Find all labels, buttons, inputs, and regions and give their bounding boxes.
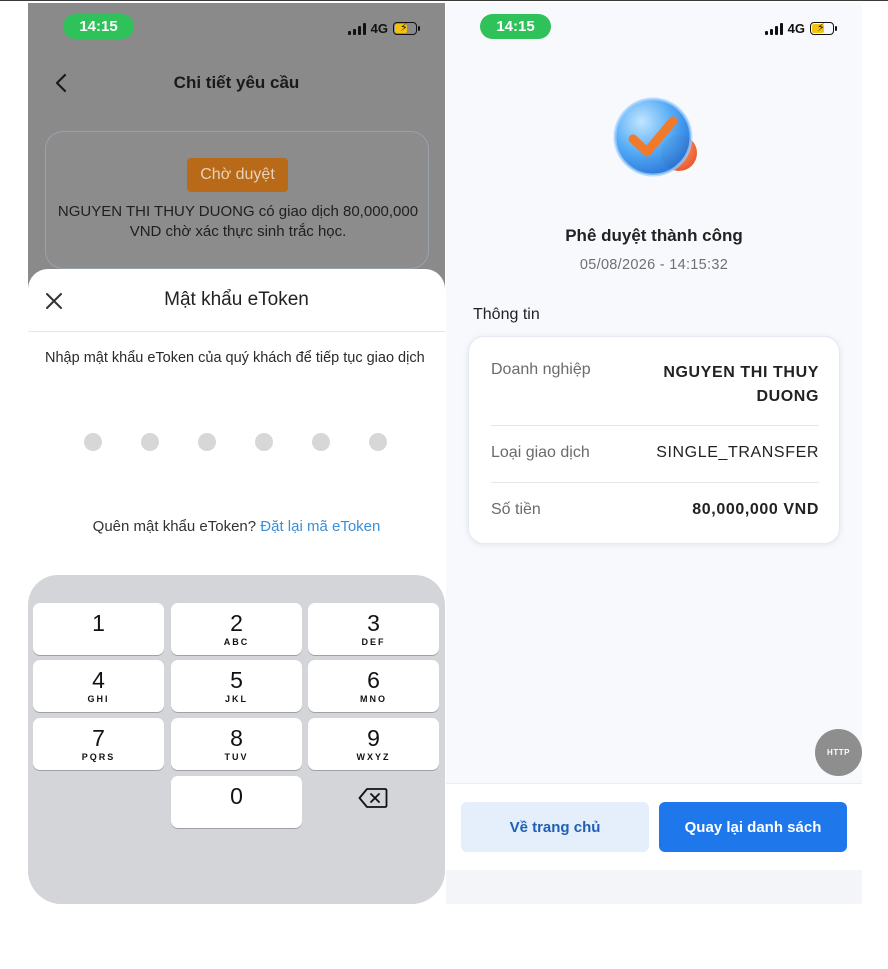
info-value: SINGLE_TRANSFER	[656, 444, 819, 461]
home-button[interactable]: Về trang chủ	[461, 802, 649, 852]
info-value: NGUYEN THI THUY DUONG	[663, 364, 819, 405]
info-row-amount: Số tiền 80,000,000 VND	[491, 501, 819, 519]
back-to-list-button[interactable]: Quay lại danh sách	[659, 802, 847, 852]
backspace-icon[interactable]	[358, 787, 388, 809]
sheet-description: Nhập mật khẩu eToken của quý khách để ti…	[45, 350, 425, 366]
page-title: Chi tiết yêu cầu	[173, 73, 300, 92]
key-7[interactable]: 7 PQRS	[33, 718, 164, 770]
info-label: Loại giao dịch	[491, 444, 590, 461]
success-title: Phê duyệt thành công	[565, 226, 743, 245]
key-6[interactable]: 6 MNO	[308, 660, 439, 712]
reset-etoken-link[interactable]: Đặt lại mã eToken	[260, 518, 380, 535]
sheet-title: Mật khẩu eToken	[164, 289, 309, 310]
status-time: 14:15	[63, 14, 134, 39]
key-9[interactable]: 9 WXYZ	[308, 718, 439, 770]
home-indicator-area	[446, 870, 862, 904]
battery-icon: ⚡	[810, 22, 837, 35]
sheet-header: Mật khẩu eToken	[28, 269, 445, 332]
pin-dot	[198, 433, 216, 451]
info-row-transaction-type: Loại giao dịch SINGLE_TRANSFER	[491, 444, 819, 462]
signal-icon	[347, 22, 366, 35]
status-time: 14:15	[480, 14, 551, 39]
pin-dot	[255, 433, 273, 451]
key-8[interactable]: 8 TUV	[171, 718, 302, 770]
info-row-enterprise: Doanh nghiệp NGUYEN THI THUY DUONG	[491, 361, 819, 409]
forgot-password-text: Quên mật khẩu eToken?	[92, 518, 257, 535]
status-bar: 14:15 4G ⚡	[28, 3, 445, 51]
success-check-icon	[613, 97, 697, 177]
screenshot-canvas: 14:15 4G ⚡ Chi tiết yêu cầu Chờ duyệt NG…	[0, 0, 888, 969]
info-value: 80,000,000 VND	[692, 501, 819, 518]
divider	[491, 482, 819, 483]
status-indicators: 4G ⚡	[347, 21, 420, 36]
status-badge: Chờ duyệt	[187, 158, 288, 192]
info-section-heading: Thông tin	[473, 306, 540, 323]
back-arrow-icon[interactable]	[50, 71, 74, 95]
pin-dot	[141, 433, 159, 451]
numeric-keypad: 1 2 ABC 3 DEF 4 GHI 5 JKL 6 MNO 7 PQRS 8 TUV 9W…	[28, 575, 445, 904]
status-indicators: 4G ⚡	[764, 21, 837, 36]
network-label: 4G	[787, 21, 805, 36]
info-label: Doanh nghiệp	[491, 361, 591, 378]
pin-indicator	[84, 433, 387, 451]
close-icon[interactable]	[44, 291, 64, 311]
pin-dot	[84, 433, 102, 451]
page-header: Chi tiết yêu cầu	[28, 61, 445, 105]
left-phone-screen: 14:15 4G ⚡ Chi tiết yêu cầu Chờ duyệt NG…	[28, 3, 445, 904]
key-3[interactable]: 3 DEF	[308, 603, 439, 655]
forgot-password-row: Quên mật khẩu eToken? Đặt lại mã eToken	[28, 518, 445, 535]
etoken-bottom-sheet: Mật khẩu eToken Nhập mật khẩu eToken của…	[28, 269, 445, 904]
network-label: 4G	[370, 21, 388, 36]
divider	[491, 425, 819, 426]
signal-icon	[764, 22, 783, 35]
pin-dot	[369, 433, 387, 451]
request-card: Chờ duyệt NGUYEN THI THUY DUONG có giao …	[45, 131, 429, 269]
key-1[interactable]: 1	[33, 603, 164, 655]
http-debug-button[interactable]: HTTP	[815, 729, 862, 776]
status-bar: 14:15 4G ⚡	[446, 3, 862, 51]
bottom-action-bar: Về trang chủ Quay lại danh sách	[446, 783, 862, 904]
battery-icon: ⚡	[393, 22, 420, 35]
request-description: NGUYEN THI THUY DUONG có giao dịch 80,00…	[57, 203, 419, 240]
key-4[interactable]: 4 GHI	[33, 660, 164, 712]
info-label: Số tiền	[491, 501, 541, 518]
success-timestamp: 05/08/2026 - 14:15:32	[579, 257, 729, 273]
right-phone-screen: 14:15 4G ⚡ Phê duyệt thành công 05/08/20…	[446, 3, 862, 904]
key-0[interactable]: 0	[171, 776, 302, 828]
pin-dot	[312, 433, 330, 451]
transaction-info-card: Doanh nghiệp NGUYEN THI THUY DUONG Loại …	[468, 336, 840, 544]
key-5[interactable]: 5 JKL	[171, 660, 302, 712]
key-2[interactable]: 2 ABC	[171, 603, 302, 655]
